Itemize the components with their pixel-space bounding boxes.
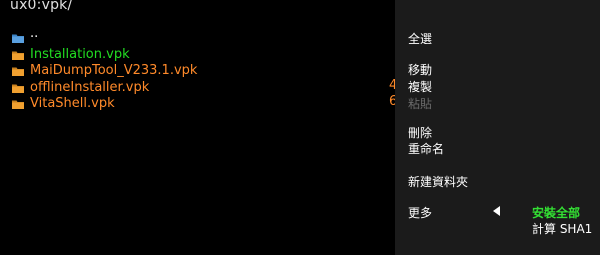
file-icon (12, 84, 24, 93)
file-list: .. Installation.vpk MaiDumpTool_V233.1.v… (12, 26, 432, 113)
submenu-arrow-icon (493, 206, 500, 216)
file-name: .. (30, 26, 39, 41)
file-row[interactable]: VitaShell.vpk (12, 96, 432, 113)
file-name: MaiDumpTool_V233.1.vpk (30, 63, 198, 78)
menu-item-paste[interactable]: 粘貼 (408, 95, 432, 112)
file-icon (12, 67, 24, 76)
menu-item-select-all[interactable]: 全選 (408, 30, 432, 47)
file-name: VitaShell.vpk (30, 96, 115, 111)
file-row-parent[interactable]: .. (12, 26, 432, 47)
menu-item-more[interactable]: 更多 (408, 204, 432, 221)
file-row[interactable]: Installation.vpk (12, 47, 432, 64)
file-row[interactable]: offlineInstaller.vpk (12, 80, 432, 97)
file-icon (12, 51, 24, 60)
folder-icon (12, 34, 24, 43)
submenu-item-calc-sha1[interactable]: 計算 SHA1 (532, 220, 592, 237)
context-menu: 全選 移動 複製 粘貼 刪除 重命名 新建資料夾 更多 安裝全部 計算 SHA1 (395, 0, 600, 255)
menu-item-new-folder[interactable]: 新建資料夾 (408, 173, 468, 190)
file-name: offlineInstaller.vpk (30, 79, 150, 95)
file-icon (12, 100, 24, 109)
menu-item-move[interactable]: 移動 (408, 61, 432, 78)
file-row[interactable]: MaiDumpTool_V233.1.vpk (12, 63, 432, 80)
menu-item-rename[interactable]: 重命名 (408, 140, 444, 157)
current-path: ux0:vpk/ (10, 0, 73, 13)
menu-item-copy[interactable]: 複製 (408, 78, 432, 95)
menu-item-delete[interactable]: 刪除 (408, 124, 432, 141)
submenu-item-install-all[interactable]: 安裝全部 (532, 204, 580, 221)
file-name: Installation.vpk (30, 46, 130, 62)
